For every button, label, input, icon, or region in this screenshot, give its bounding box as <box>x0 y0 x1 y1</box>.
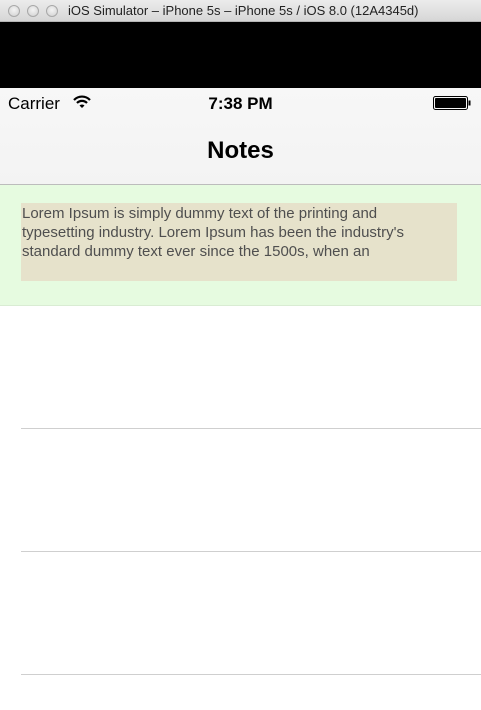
empty-cell[interactable] <box>0 552 481 675</box>
simulator-window: iOS Simulator – iPhone 5s – iPhone 5s / … <box>0 0 481 710</box>
row-separator <box>21 674 481 675</box>
minimize-window-button[interactable] <box>27 5 39 17</box>
empty-cell[interactable] <box>0 306 481 429</box>
empty-cell[interactable] <box>0 429 481 552</box>
window-titlebar: iOS Simulator – iPhone 5s – iPhone 5s / … <box>0 0 481 22</box>
status-time: 7:38 PM <box>208 94 273 113</box>
page-title: Notes <box>207 137 274 164</box>
notes-table: Lorem Ipsum is simply dummy text of the … <box>0 185 481 710</box>
navigation-bar: Carrier 7:38 PM Notes <box>0 88 481 185</box>
window-title: iOS Simulator – iPhone 5s – iPhone 5s / … <box>68 3 419 18</box>
close-window-button[interactable] <box>8 5 20 17</box>
note-text: Lorem Ipsum is simply dummy text of the … <box>21 203 457 281</box>
battery-icon <box>433 96 471 110</box>
simulator-bezel <box>0 22 481 88</box>
zoom-window-button[interactable] <box>46 5 58 17</box>
note-cell[interactable]: Lorem Ipsum is simply dummy text of the … <box>0 185 481 306</box>
